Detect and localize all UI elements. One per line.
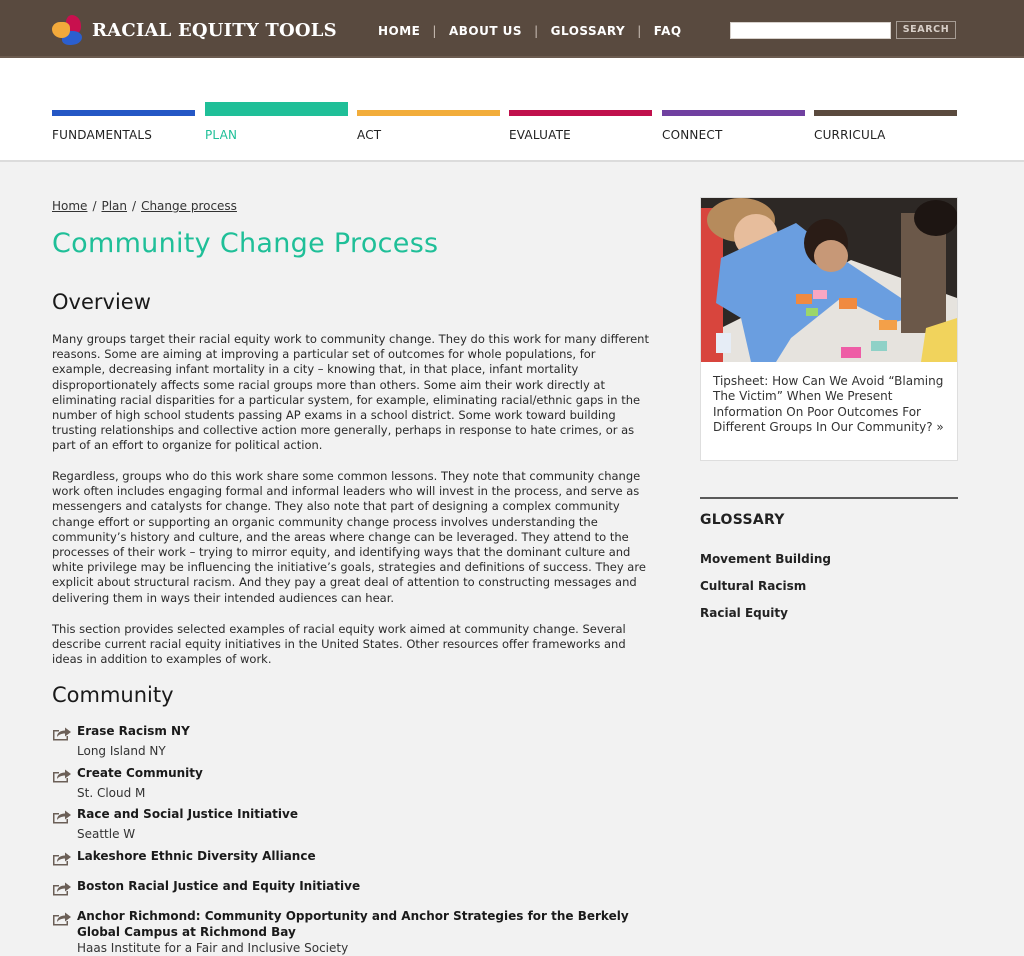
logo-icon — [52, 14, 84, 46]
tipsheet-photo[interactable] — [701, 198, 957, 362]
nav-separator: | — [432, 24, 437, 38]
category-connect[interactable]: CONNECT — [662, 58, 805, 158]
category-label: CONNECT — [662, 128, 723, 142]
category-act[interactable]: ACT — [357, 58, 500, 158]
site-logo[interactable]: RACIAL EQUITY TOOLS — [52, 14, 337, 46]
nav-glossary[interactable]: GLOSSARY — [551, 24, 626, 38]
site-header: RACIAL EQUITY TOOLS HOME | ABOUT US | GL… — [0, 0, 1024, 58]
external-link-icon — [53, 727, 71, 741]
glossary-item-movement-building[interactable]: Movement Building — [700, 552, 831, 566]
category-color-bar — [509, 110, 652, 116]
glossary-item-racial-equity[interactable]: Racial Equity — [700, 606, 788, 620]
category-fundamentals[interactable]: FUNDAMENTALS — [52, 58, 195, 158]
resource-location: St. Cloud M — [77, 785, 146, 800]
category-color-bar — [814, 110, 957, 116]
category-nav: FUNDAMENTALS PLAN ACT EVALUATE CONNECT C… — [0, 58, 1024, 162]
breadcrumb: Home / Plan / Change process — [52, 199, 237, 213]
resource-location: Seattle W — [77, 826, 136, 841]
tipsheet-link[interactable]: Tipsheet: How Can We Avoid “Blaming The … — [713, 374, 949, 435]
breadcrumb-home[interactable]: Home — [52, 199, 87, 213]
resource-item[interactable]: Anchor Richmond: Community Opportunity a… — [52, 909, 662, 956]
tipsheet-card[interactable]: Tipsheet: How Can We Avoid “Blaming The … — [700, 197, 958, 461]
community-heading: Community — [52, 683, 174, 707]
category-color-bar — [205, 102, 348, 116]
resource-title[interactable]: Race and Social Justice Initiative — [77, 807, 662, 823]
page-title: Community Change Process — [52, 228, 439, 259]
nav-home[interactable]: HOME — [378, 24, 420, 38]
resource-title[interactable]: Create Community — [77, 766, 662, 782]
external-link-icon — [53, 852, 71, 866]
category-label: ACT — [357, 128, 382, 142]
photo-illustration — [701, 198, 957, 362]
top-nav: HOME | ABOUT US | GLOSSARY | FAQ — [378, 24, 682, 38]
category-color-bar — [357, 110, 500, 116]
resource-title[interactable]: Erase Racism NY — [77, 724, 662, 740]
resource-location: Long Island NY — [77, 743, 166, 758]
external-link-icon — [53, 810, 71, 824]
external-link-icon — [53, 882, 71, 896]
resource-item[interactable]: Lakeshore Ethnic Diversity Alliance — [52, 849, 662, 866]
overview-heading: Overview — [52, 290, 151, 314]
resource-item[interactable]: Create Community St. Cloud M — [52, 766, 662, 801]
resource-item[interactable]: Race and Social Justice Initiative Seatt… — [52, 807, 662, 842]
category-plan[interactable]: PLAN — [205, 58, 348, 158]
breadcrumb-separator: / — [132, 199, 137, 213]
category-label: FUNDAMENTALS — [52, 128, 153, 142]
logo-text: RACIAL EQUITY TOOLS — [92, 19, 337, 41]
category-label: EVALUATE — [509, 128, 571, 142]
search-input[interactable] — [730, 22, 891, 39]
overview-paragraph-3: This section provides selected examples … — [52, 622, 626, 667]
sidebar-divider — [700, 497, 958, 499]
resource-title[interactable]: Boston Racial Justice and Equity Initiat… — [77, 879, 662, 895]
resource-title[interactable]: Anchor Richmond: Community Opportunity a… — [77, 909, 662, 940]
breadcrumb-change-process[interactable]: Change process — [141, 199, 237, 213]
resource-item[interactable]: Erase Racism NY Long Island NY — [52, 724, 662, 759]
glossary-heading: GLOSSARY — [700, 512, 785, 528]
resource-title[interactable]: Lakeshore Ethnic Diversity Alliance — [77, 849, 662, 865]
nav-separator: | — [637, 24, 642, 38]
external-link-icon — [53, 769, 71, 783]
category-label: PLAN — [205, 128, 238, 142]
glossary-item-cultural-racism[interactable]: Cultural Racism — [700, 579, 806, 593]
category-evaluate[interactable]: EVALUATE — [509, 58, 652, 158]
nav-about-us[interactable]: ABOUT US — [449, 24, 522, 38]
category-color-bar — [52, 110, 195, 116]
category-color-bar — [662, 110, 805, 116]
external-link-icon — [53, 912, 71, 926]
nav-faq[interactable]: FAQ — [654, 24, 682, 38]
search-button[interactable]: SEARCH — [896, 21, 956, 39]
category-label: CURRICULA — [814, 128, 886, 142]
overview-paragraph-1: Many groups target their racial equity w… — [52, 332, 649, 453]
nav-separator: | — [534, 24, 539, 38]
breadcrumb-plan[interactable]: Plan — [101, 199, 127, 213]
resource-item[interactable]: Boston Racial Justice and Equity Initiat… — [52, 879, 662, 896]
overview-paragraph-2: Regardless, groups who do this work shar… — [52, 469, 646, 605]
breadcrumb-separator: / — [92, 199, 97, 213]
category-curricula[interactable]: CURRICULA — [814, 58, 957, 158]
